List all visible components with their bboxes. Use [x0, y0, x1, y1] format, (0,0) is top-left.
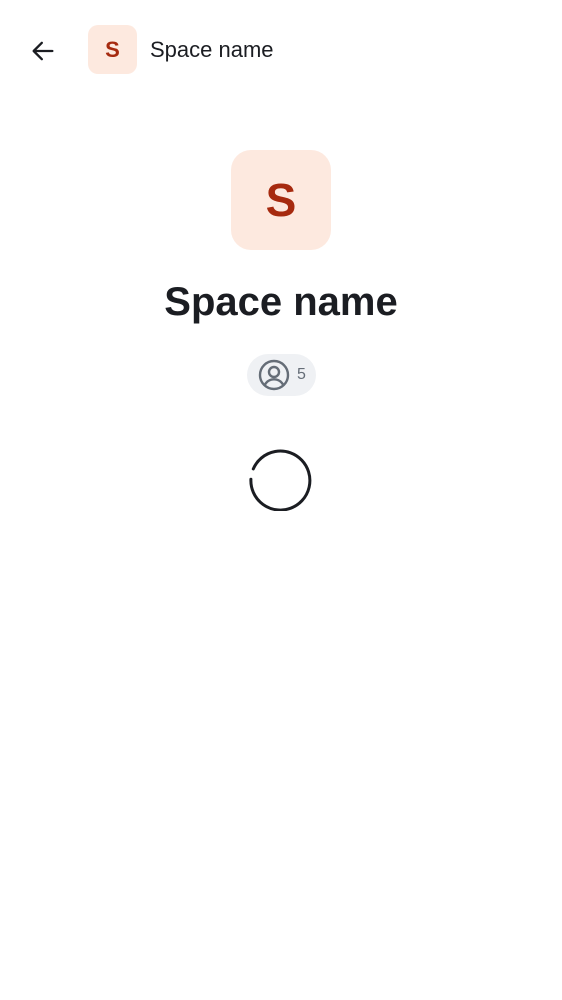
back-button[interactable] — [22, 30, 64, 72]
space-avatar-large-letter: S — [265, 174, 297, 226]
member-count-chip[interactable]: 5 — [247, 354, 316, 396]
space-avatar-large: S — [231, 150, 331, 250]
member-count: 5 — [297, 366, 306, 383]
loading-spinner — [249, 449, 312, 511]
space-name-heading: Space name — [164, 280, 398, 324]
user-circle-icon — [258, 359, 290, 391]
space-avatar-small-letter: S — [105, 36, 120, 62]
top-app-bar: S Space name — [0, 0, 562, 100]
space-avatar-small: S — [88, 25, 137, 74]
arrow-left-icon — [32, 41, 54, 61]
header-title: Space name — [150, 37, 274, 62]
